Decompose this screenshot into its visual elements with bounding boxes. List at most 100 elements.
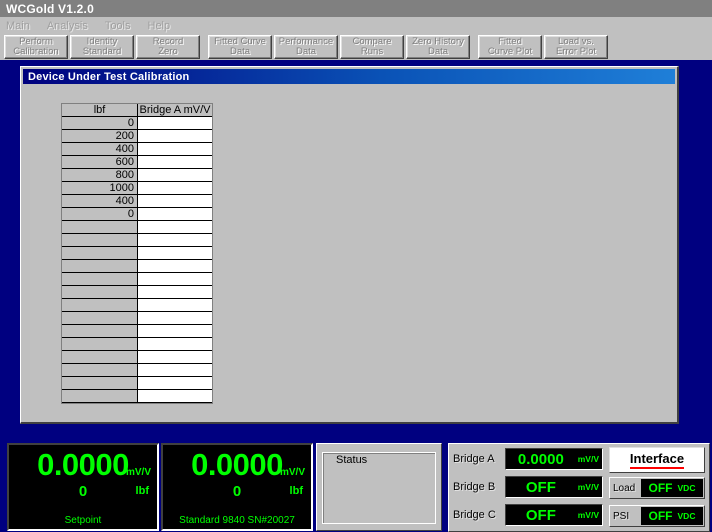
table-cell[interactable]	[62, 247, 138, 260]
table-cell[interactable]	[138, 286, 212, 299]
table-cell[interactable]	[138, 338, 212, 351]
table-cell[interactable]	[62, 299, 138, 312]
setpoint-caption: Setpoint	[9, 515, 157, 526]
table-row[interactable]	[62, 247, 212, 260]
table-row[interactable]: 0	[62, 117, 212, 130]
table-cell[interactable]	[138, 195, 212, 208]
table-cell[interactable]	[138, 234, 212, 247]
table-row[interactable]: 1000	[62, 182, 212, 195]
table-cell[interactable]	[62, 377, 138, 390]
toolbar-button-line2: Standard	[83, 47, 122, 57]
table-row[interactable]: 400	[62, 195, 212, 208]
table-cell[interactable]	[138, 364, 212, 377]
toolbar-button-line2: Calibration	[13, 47, 58, 57]
toolbar-button-perform-calibration[interactable]: Perform Calibration	[4, 35, 68, 59]
bridge-row-a: Bridge A 0.0000 mV/V	[453, 446, 603, 472]
psi-supply-value: OFF	[649, 509, 673, 523]
table-cell[interactable]	[62, 351, 138, 364]
toolbar-button-fitted-curve-plot[interactable]: Fitted Curve Plot	[478, 35, 542, 59]
table-row[interactable]: 800	[62, 169, 212, 182]
table-cell[interactable]: 200	[62, 130, 138, 143]
menu-item-tools[interactable]: Tools	[105, 20, 140, 32]
table-row[interactable]	[62, 234, 212, 247]
table-cell[interactable]	[62, 273, 138, 286]
table-cell[interactable]	[62, 221, 138, 234]
table-row[interactable]	[62, 221, 212, 234]
table-cell[interactable]	[138, 377, 212, 390]
toolbar-button-zero-history-data[interactable]: Zero History Data	[406, 35, 470, 59]
table-row[interactable]	[62, 351, 212, 364]
table-cell[interactable]	[138, 351, 212, 364]
interface-button[interactable]: Interface	[609, 447, 705, 473]
toolbar-button-line2: Data	[296, 47, 316, 57]
table-row[interactable]	[62, 377, 212, 390]
table-cell[interactable]: 0	[62, 117, 138, 130]
table-row[interactable]: 0	[62, 208, 212, 221]
table-cell[interactable]	[62, 364, 138, 377]
table-cell[interactable]	[138, 221, 212, 234]
table-cell[interactable]	[62, 312, 138, 325]
table-cell[interactable]	[138, 299, 212, 312]
toolbar-button-fitted-curve-data[interactable]: Fitted Curve Data	[208, 35, 272, 59]
menu-item-main[interactable]: Main	[6, 20, 39, 32]
table-row[interactable]	[62, 312, 212, 325]
toolbar-button-load-vs-error-plot[interactable]: Load vs. Error Plot	[544, 35, 608, 59]
table-cell[interactable]	[138, 273, 212, 286]
table-row[interactable]	[62, 338, 212, 351]
table-cell[interactable]	[138, 156, 212, 169]
column-header-lbf: lbf	[62, 104, 138, 117]
table-cell[interactable]: 1000	[62, 182, 138, 195]
table-row[interactable]	[62, 286, 212, 299]
bridge-b-unit: mV/V	[578, 482, 599, 492]
table-cell[interactable]	[62, 390, 138, 403]
table-row[interactable]: 200	[62, 130, 212, 143]
toolbar-button-performance-data[interactable]: Performance Data	[274, 35, 338, 59]
table-row[interactable]	[62, 299, 212, 312]
table-cell[interactable]	[138, 247, 212, 260]
table-cell[interactable]	[138, 182, 212, 195]
table-cell[interactable]	[138, 130, 212, 143]
load-supply-display: OFF VDC	[641, 479, 703, 497]
table-cell[interactable]	[62, 234, 138, 247]
table-cell[interactable]: 800	[62, 169, 138, 182]
table-cell[interactable]	[138, 312, 212, 325]
menu-item-analysis[interactable]: Analysis	[47, 20, 97, 32]
bridge-a-display: 0.0000 mV/V	[505, 448, 603, 470]
menu-bar: Main Analysis Tools Help	[0, 17, 712, 34]
table-cell[interactable]: 400	[62, 143, 138, 156]
table-cell[interactable]	[138, 390, 212, 403]
table-row[interactable]	[62, 325, 212, 338]
load-supply-label: Load	[610, 483, 641, 494]
table-cell[interactable]	[138, 325, 212, 338]
window-title: WCGold V1.2.0	[6, 2, 94, 16]
table-cell[interactable]	[62, 286, 138, 299]
table-row[interactable]	[62, 260, 212, 273]
status-group-box: Status	[322, 452, 436, 524]
table-cell[interactable]	[62, 338, 138, 351]
table-cell[interactable]	[62, 260, 138, 273]
table-cell[interactable]	[138, 208, 212, 221]
table-cell[interactable]	[138, 260, 212, 273]
table-cell[interactable]	[138, 117, 212, 130]
bridge-b-display: OFF mV/V	[505, 476, 603, 498]
table-row[interactable]: 400	[62, 143, 212, 156]
table-cell[interactable]: 400	[62, 195, 138, 208]
application-window: WCGold V1.2.0 Main Analysis Tools Help P…	[0, 0, 712, 532]
psi-supply-label: PSI	[610, 511, 641, 522]
table-row[interactable]: 600	[62, 156, 212, 169]
table-cell[interactable]: 0	[62, 208, 138, 221]
toolbar-button-identity-standard[interactable]: Identity Standard	[70, 35, 134, 59]
toolbar-button-compare-runs[interactable]: Compare Runs	[340, 35, 404, 59]
table-cell[interactable]	[138, 143, 212, 156]
calibration-data-grid[interactable]: lbfBridge A mV/V020040060080010004000	[61, 103, 213, 404]
menu-item-help[interactable]: Help	[148, 20, 180, 32]
table-row[interactable]	[62, 364, 212, 377]
load-supply-value: OFF	[649, 481, 673, 495]
load-supply-unit: VDC	[678, 483, 696, 493]
toolbar-button-record-zero[interactable]: Record Zero	[136, 35, 200, 59]
table-row[interactable]	[62, 390, 212, 403]
table-cell[interactable]: 600	[62, 156, 138, 169]
table-cell[interactable]	[138, 169, 212, 182]
table-cell[interactable]	[62, 325, 138, 338]
table-row[interactable]	[62, 273, 212, 286]
